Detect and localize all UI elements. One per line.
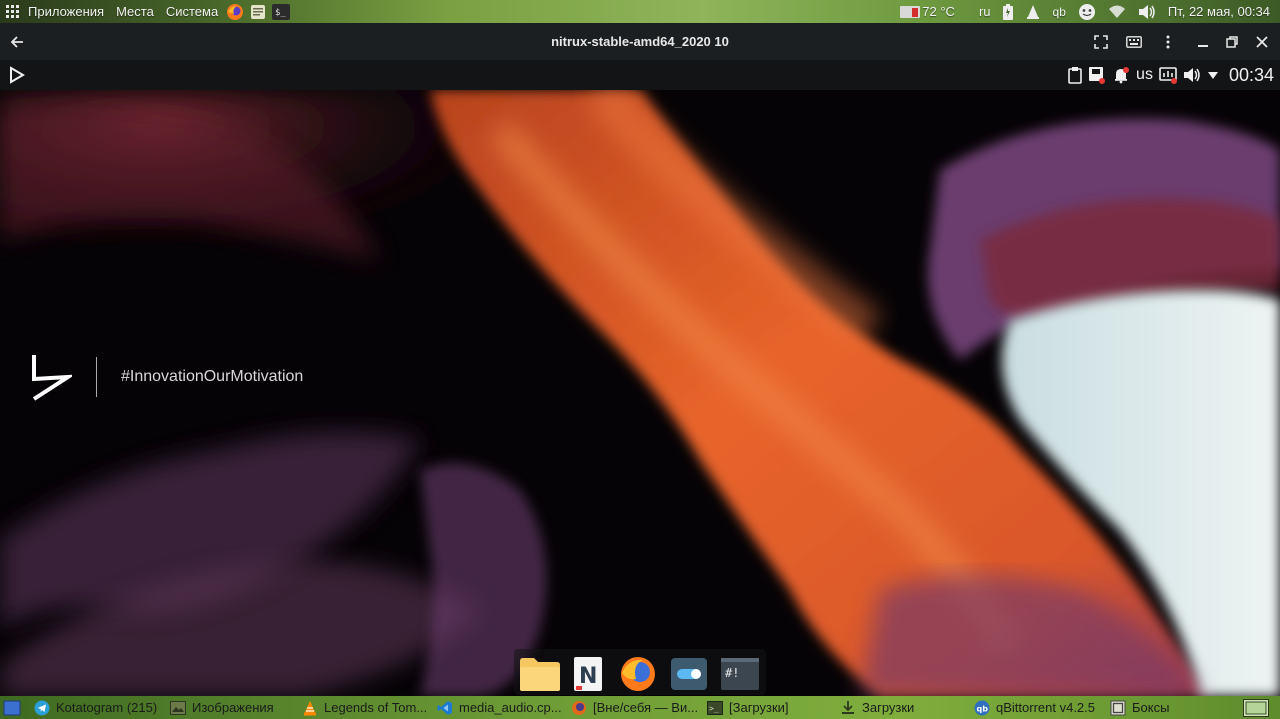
caret-down-icon[interactable] [1207,70,1219,80]
taskbar-item-boxes[interactable]: Боксы [1110,696,1235,719]
brand-separator [96,357,97,397]
upload-indicator-icon[interactable] [1025,4,1041,20]
clipboard-icon[interactable] [1068,66,1082,84]
user-status-icon[interactable] [1078,3,1096,21]
kebab-menu-icon [1166,35,1170,49]
menu-system[interactable]: Система [162,4,222,19]
firefox-icon [618,655,658,693]
boxes-icon [1110,700,1126,716]
svg-text:>_: >_ [709,704,719,713]
image-viewer-icon [170,700,186,715]
terminal-launcher-icon[interactable]: $_ [272,3,291,20]
download-icon [840,700,856,716]
taskbar: Kotatogram (215) Изображения Legends of … [0,696,1280,719]
guest-keyboard-layout[interactable]: us [1136,66,1153,84]
taskbar-label: Kotatogram (215) [56,700,158,715]
taskbar-label: Legends of Tom... [324,700,428,715]
keyboard-layout-indicator[interactable]: ru [979,4,991,19]
menu-button[interactable] [1153,23,1183,60]
battery-icon[interactable] [1002,3,1013,20]
nitrux-launcher-icon[interactable] [8,66,26,84]
guest-clock[interactable]: 00:34 [1229,65,1274,86]
guest-volume-icon[interactable] [1183,67,1201,83]
nitrux-logo-icon [30,353,72,401]
restore-button[interactable] [1217,23,1247,60]
taskbar-label: qBittorrent v4.2.5 [996,700,1095,715]
taskbar-label: [Вне/себя — Ви... [593,700,699,715]
terminal-icon: >_ [707,700,723,715]
dock-item-firefox[interactable] [618,655,658,693]
taskbar-item-vlc[interactable]: Legends of Tom... [302,696,430,719]
notes-icon: N [572,655,604,693]
terminal-icon: #! [720,655,760,693]
workspace-switcher[interactable] [1240,696,1272,719]
desktop[interactable]: #InnovationOurMotivation [0,90,1280,696]
qbittorrent-tray[interactable]: qb [1053,5,1066,19]
storage-device-icon[interactable] [1088,66,1106,84]
nitrux-brand: #InnovationOurMotivation [30,353,303,401]
show-desktop-icon [3,700,21,716]
vscode-icon [437,700,453,716]
minimize-icon [1197,36,1209,48]
volume-icon[interactable] [1138,4,1156,20]
dock-item-settings[interactable] [670,655,710,693]
text-editor-launcher-icon[interactable] [250,4,266,20]
keyboard-button[interactable] [1119,23,1149,60]
close-icon [1256,35,1268,48]
folder-icon [518,655,562,693]
brand-tagline: #InnovationOurMotivation [121,368,304,385]
show-desktop-button[interactable] [3,696,23,719]
taskbar-item-images[interactable]: Изображения [170,696,295,719]
dock: N #! [514,649,766,695]
telegram-icon [34,700,50,716]
taskbar-label: Загрузки [862,700,915,715]
taskbar-label: Изображения [192,700,274,715]
fullscreen-button[interactable] [1086,23,1116,60]
wifi-icon[interactable] [1108,5,1126,19]
dock-item-notes[interactable]: N [572,655,612,693]
taskbar-item-terminal-downloads[interactable]: >_ [Загрузки] [707,696,832,719]
taskbar-item-vscode[interactable]: media_audio.cp... [437,696,567,719]
taskbar-label: Боксы [1132,700,1170,715]
dock-item-files[interactable] [518,655,560,693]
svg-text:N: N [579,664,597,689]
notifications-icon[interactable] [1112,66,1130,84]
network-icon[interactable] [1159,66,1177,84]
taskbar-item-kotatogram[interactable]: Kotatogram (215) [34,696,164,719]
workspace-icon [1243,698,1269,717]
close-button[interactable] [1247,23,1277,60]
firefox-launcher-icon[interactable] [226,3,244,21]
minimize-button[interactable] [1188,23,1218,60]
menu-applications[interactable]: Приложения [24,4,108,19]
temperature-readout: 72 °C [922,4,955,19]
vm-window-titlebar: nitrux-stable-amd64_2020 10 [0,23,1280,60]
menu-places[interactable]: Места [112,4,158,19]
clock-datetime[interactable]: Пт, 22 мая, 00:34 [1168,4,1270,19]
svg-text:#!: #! [725,666,739,680]
guest-panel: us 00:34 [0,60,1280,90]
restore-icon [1226,35,1238,48]
taskbar-item-firefox[interactable]: [Вне/себя — Ви... [571,696,703,719]
fullscreen-icon [1094,34,1108,49]
svg-text:qb: qb [977,704,989,713]
cpu-temperature-icon [900,4,921,20]
taskbar-item-qbittorrent[interactable]: qb qBittorrent v4.2.5 [974,696,1102,719]
top-panel: Приложения Места Система $_ 72 °C ru qb … [0,0,1280,23]
app-grid-icon[interactable] [6,4,20,19]
svg-text:$_: $_ [275,8,286,18]
toggle-switch-icon [670,655,708,693]
keyboard-icon [1126,35,1142,48]
taskbar-label: [Загрузки] [729,700,789,715]
firefox-icon [571,700,587,716]
taskbar-label: media_audio.cp... [459,700,562,715]
dock-item-terminal[interactable]: #! [720,655,760,693]
taskbar-item-downloads[interactable]: Загрузки [840,696,968,719]
qbittorrent-icon: qb [974,700,990,716]
vlc-icon [302,700,318,716]
